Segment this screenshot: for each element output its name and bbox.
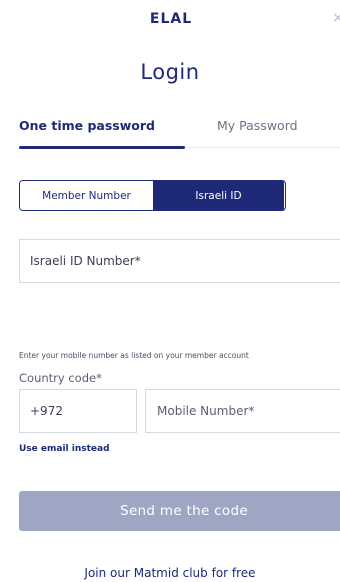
use-email-link[interactable]: Use email instead — [19, 444, 110, 454]
join-matmid-link[interactable]: Join our Matmid club for free — [0, 566, 340, 580]
elal-logo: ELAL — [116, 8, 226, 30]
tab-one-time-password[interactable]: One time password — [19, 118, 155, 133]
mobile-number-input[interactable]: Mobile Number* — [145, 389, 340, 433]
country-code-label: Country code* — [19, 371, 102, 385]
active-tab-indicator — [19, 146, 185, 149]
logo-text: ELAL — [149, 11, 193, 27]
send-code-button[interactable]: Send me the code — [19, 491, 340, 531]
close-icon[interactable]: × — [332, 10, 340, 26]
mobile-hint-text: Enter your mobile number as listed on yo… — [19, 351, 249, 360]
israeli-id-input[interactable]: Israeli ID Number* — [19, 239, 340, 283]
country-code-input[interactable]: +972 — [19, 389, 137, 433]
tab-my-password[interactable]: My Password — [217, 118, 298, 133]
member-number-option[interactable]: Member Number — [20, 181, 153, 210]
page-title: Login — [140, 60, 200, 84]
id-type-toggle: Member Number Israeli ID — [19, 180, 286, 211]
israeli-id-option[interactable]: Israeli ID — [153, 181, 284, 210]
